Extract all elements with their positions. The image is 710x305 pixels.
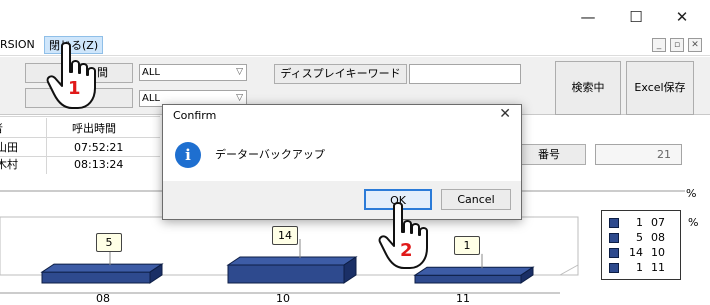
dialog-message: データーバックアップ bbox=[215, 148, 325, 161]
step-2-label: 2 bbox=[400, 240, 413, 261]
percent-mark: % bbox=[688, 216, 699, 229]
confirm-dialog: Confirm ✕ i データーバックアップ OK Cancel bbox=[162, 104, 522, 220]
grid-divider bbox=[0, 137, 160, 138]
pointing-hand-icon bbox=[378, 202, 428, 269]
window-close-button[interactable]: ✕ bbox=[662, 4, 702, 30]
maximize-button[interactable]: ☐ bbox=[616, 4, 656, 30]
chart-data-label: 5 bbox=[96, 233, 122, 252]
filter-combo-2-value: ALL bbox=[142, 93, 160, 104]
grid-divider bbox=[0, 116, 160, 117]
filter-combo-1-value: ALL bbox=[142, 67, 160, 78]
chart-category-label: 10 bbox=[276, 292, 290, 305]
mdi-minimize-button[interactable]: _ bbox=[652, 38, 666, 52]
legend-label: 08 bbox=[651, 231, 665, 244]
chart-data-label: 14 bbox=[272, 226, 298, 245]
legend-label: 10 bbox=[651, 246, 665, 259]
legend-swatch bbox=[609, 233, 619, 243]
legend-count: 5 bbox=[636, 231, 643, 244]
mdi-close-button[interactable]: ✕ bbox=[688, 38, 702, 52]
chart-data-label: 1 bbox=[454, 236, 480, 255]
keyword-input[interactable] bbox=[409, 64, 521, 84]
table-row-time: 07:52:21 bbox=[74, 141, 124, 154]
menu-item-version[interactable]: RSION bbox=[0, 36, 39, 54]
pointing-hand-icon bbox=[46, 42, 96, 109]
table-row-time: 08:13:24 bbox=[74, 158, 124, 171]
legend-label: 11 bbox=[651, 261, 665, 274]
number-field[interactable]: 21 bbox=[595, 144, 682, 165]
legend-swatch bbox=[609, 218, 619, 228]
grid-header-caller: 者 bbox=[0, 120, 3, 137]
table-row-name: 山田 bbox=[0, 141, 18, 154]
chart-bar-top bbox=[226, 256, 358, 266]
percent-mark: % bbox=[686, 187, 697, 200]
minimize-button[interactable]: — bbox=[568, 4, 608, 30]
display-keyword-button[interactable]: ディスプレイキーワード bbox=[274, 64, 407, 84]
excel-save-button[interactable]: Excel保存 bbox=[626, 61, 694, 115]
legend-label: 07 bbox=[651, 216, 665, 229]
legend-count: 14 bbox=[629, 246, 643, 259]
chart-bar-top bbox=[40, 263, 164, 273]
chart-category-label: 08 bbox=[96, 292, 110, 305]
grid-header-call-time: 呼出時間 bbox=[72, 122, 116, 135]
number-button[interactable]: 番号 bbox=[512, 144, 586, 165]
chart-bar bbox=[227, 264, 345, 284]
dialog-close-button[interactable]: ✕ bbox=[499, 106, 511, 122]
search-button[interactable]: 検索中 bbox=[555, 61, 621, 115]
legend-swatch bbox=[609, 248, 619, 258]
cancel-button[interactable]: Cancel bbox=[441, 189, 511, 210]
chart-legend: 1 07 5 08 14 10 1 11 bbox=[601, 210, 681, 280]
menu-bar: RSION 閉じる(Z) _ ▫ ✕ bbox=[0, 34, 710, 56]
filter-combo-1[interactable]: ALL ▽ bbox=[139, 64, 247, 81]
chart-category-label: 11 bbox=[456, 292, 470, 305]
legend-swatch bbox=[609, 263, 619, 273]
legend-count: 1 bbox=[636, 216, 643, 229]
dialog-footer: OK Cancel bbox=[163, 181, 521, 219]
mdi-restore-button[interactable]: ▫ bbox=[670, 38, 684, 52]
chart-bar bbox=[41, 271, 151, 284]
window-titlebar: — ☐ ✕ bbox=[0, 0, 710, 34]
legend-count: 1 bbox=[636, 261, 643, 274]
dialog-title: Confirm bbox=[173, 109, 217, 122]
table-row-name: 木村 bbox=[0, 158, 18, 171]
chart-bar bbox=[414, 274, 522, 284]
info-icon: i bbox=[175, 142, 201, 168]
step-1-label: 1 bbox=[68, 78, 81, 99]
chevron-down-icon: ▽ bbox=[236, 67, 243, 77]
grid-divider bbox=[46, 118, 47, 174]
